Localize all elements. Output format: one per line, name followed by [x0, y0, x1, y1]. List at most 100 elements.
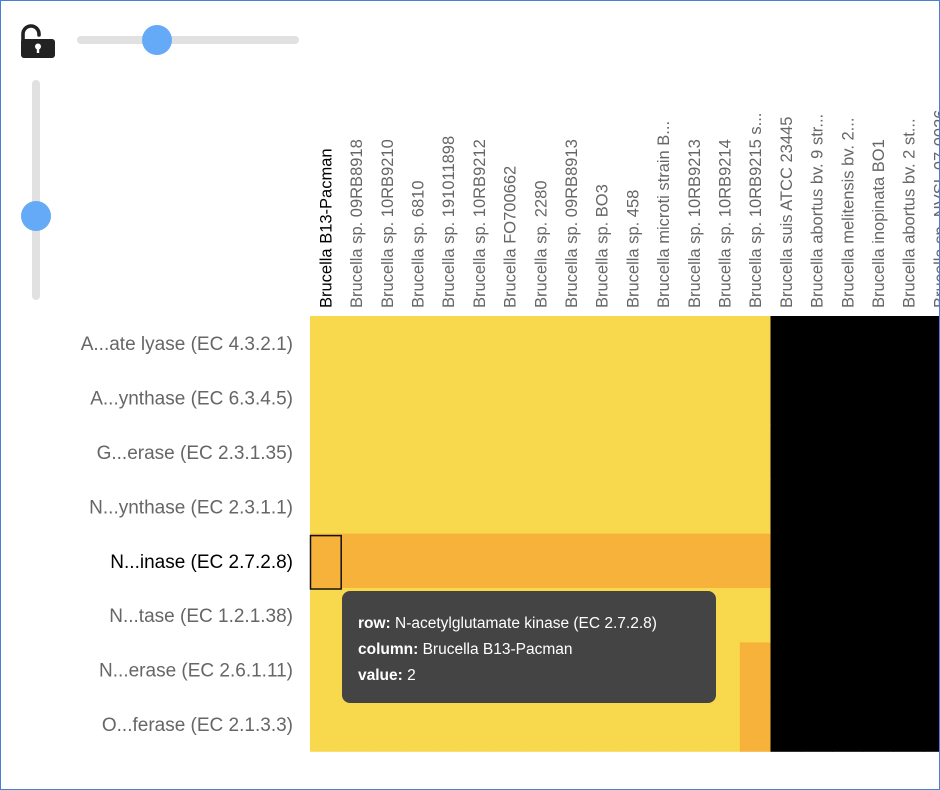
- heatmap-cell[interactable]: [739, 642, 772, 698]
- heatmap-cell[interactable]: [524, 424, 557, 480]
- heatmap-cell[interactable]: [893, 533, 925, 589]
- heatmap-cell[interactable]: [709, 696, 741, 752]
- heatmap-cell[interactable]: [647, 370, 679, 426]
- heatmap-cell[interactable]: [432, 316, 465, 371]
- heatmap-cell[interactable]: [770, 370, 802, 426]
- heatmap-cell[interactable]: [371, 370, 403, 426]
- heatmap-cell[interactable]: [678, 533, 710, 589]
- heatmap-cell[interactable]: [647, 479, 679, 535]
- heatmap-cell[interactable]: [862, 588, 894, 643]
- heatmap-cell[interactable]: [371, 696, 403, 752]
- heatmap-cell[interactable]: [555, 424, 587, 480]
- heatmap-cell[interactable]: [586, 316, 618, 371]
- heatmap-cell[interactable]: [862, 370, 894, 426]
- heatmap-cell[interactable]: [678, 424, 710, 480]
- heatmap-cell[interactable]: [494, 370, 526, 426]
- heatmap-cell[interactable]: [432, 533, 465, 589]
- heatmap-cell[interactable]: [555, 696, 587, 752]
- heatmap-cell[interactable]: [371, 479, 403, 535]
- heatmap-cell[interactable]: [494, 696, 526, 752]
- heatmap-cell[interactable]: [647, 696, 679, 752]
- heatmap-cell[interactable]: [524, 479, 557, 535]
- heatmap-cell[interactable]: [555, 370, 587, 426]
- heatmap-cell[interactable]: [340, 316, 372, 371]
- heatmap-cell[interactable]: [463, 424, 495, 480]
- heatmap-cell[interactable]: [801, 588, 833, 643]
- heatmap-cell[interactable]: [555, 533, 587, 589]
- heatmap-cell[interactable]: [770, 696, 802, 752]
- heatmap-cell[interactable]: [310, 588, 342, 643]
- heatmap-cell[interactable]: [617, 533, 649, 589]
- heatmap-cell[interactable]: [831, 479, 864, 535]
- heatmap-cell[interactable]: [770, 424, 802, 480]
- heatmap-cell[interactable]: [924, 533, 940, 589]
- heatmap-cell[interactable]: [310, 533, 342, 589]
- heatmap-cell[interactable]: [739, 424, 772, 480]
- heatmap-cell[interactable]: [463, 479, 495, 535]
- heatmap-cell[interactable]: [310, 424, 342, 480]
- heatmap-cell[interactable]: [801, 696, 833, 752]
- heatmap-cell[interactable]: [739, 588, 772, 643]
- heatmap-cell[interactable]: [924, 588, 940, 643]
- heatmap-cell[interactable]: [739, 370, 772, 426]
- heatmap-cell[interactable]: [310, 479, 342, 535]
- heatmap-cell[interactable]: [586, 533, 618, 589]
- heatmap-cell[interactable]: [617, 370, 649, 426]
- heatmap-cell[interactable]: [893, 588, 925, 643]
- heatmap-cell[interactable]: [862, 642, 894, 698]
- heatmap-cell[interactable]: [678, 696, 710, 752]
- heatmap-cell[interactable]: [924, 424, 940, 480]
- heatmap-cell[interactable]: [402, 533, 434, 589]
- heatmap-cell[interactable]: [402, 370, 434, 426]
- heatmap-cell[interactable]: [924, 696, 940, 752]
- heatmap-cell[interactable]: [678, 316, 710, 371]
- heatmap-cell[interactable]: [770, 533, 802, 589]
- heatmap-cell[interactable]: [893, 696, 925, 752]
- heatmap-cell[interactable]: [340, 370, 372, 426]
- heatmap-cell[interactable]: [709, 370, 741, 426]
- heatmap-cell[interactable]: [647, 424, 679, 480]
- heatmap-cell[interactable]: [801, 642, 833, 698]
- heatmap-cell[interactable]: [862, 479, 894, 535]
- heatmap-cell[interactable]: [893, 642, 925, 698]
- heatmap-cell[interactable]: [647, 316, 679, 371]
- heatmap-cell[interactable]: [862, 696, 894, 752]
- heatmap-cell[interactable]: [432, 370, 465, 426]
- heatmap-cell[interactable]: [617, 479, 649, 535]
- heatmap-cell[interactable]: [524, 370, 557, 426]
- heatmap-cell[interactable]: [709, 316, 741, 371]
- heatmap-cell[interactable]: [524, 316, 557, 371]
- heatmap-cell[interactable]: [586, 479, 618, 535]
- heatmap-cell[interactable]: [463, 370, 495, 426]
- heatmap-cell[interactable]: [586, 696, 618, 752]
- heatmap-cell[interactable]: [463, 533, 495, 589]
- heatmap-cell[interactable]: [831, 424, 864, 480]
- heatmap-cell[interactable]: [831, 588, 864, 643]
- heatmap-cell[interactable]: [524, 696, 557, 752]
- heatmap-cell[interactable]: [739, 696, 772, 752]
- heatmap-cell[interactable]: [371, 424, 403, 480]
- heatmap-cell[interactable]: [402, 696, 434, 752]
- heatmap-cell[interactable]: [371, 316, 403, 371]
- heatmap-cell[interactable]: [831, 316, 864, 371]
- heatmap-cell[interactable]: [831, 696, 864, 752]
- heatmap-cell[interactable]: [831, 642, 864, 698]
- heatmap-cell[interactable]: [739, 316, 772, 371]
- heatmap-cell[interactable]: [678, 370, 710, 426]
- heatmap-cell[interactable]: [494, 424, 526, 480]
- heatmap-cell[interactable]: [555, 316, 587, 371]
- heatmap-cell[interactable]: [739, 479, 772, 535]
- heatmap-cell[interactable]: [340, 533, 372, 589]
- heatmap-cell[interactable]: [617, 696, 649, 752]
- heatmap-cell[interactable]: [617, 316, 649, 371]
- heatmap-cell[interactable]: [801, 316, 833, 371]
- heatmap-cell[interactable]: [924, 316, 940, 371]
- heatmap-cell[interactable]: [524, 533, 557, 589]
- heatmap-cell[interactable]: [924, 479, 940, 535]
- heatmap-cell[interactable]: [709, 424, 741, 480]
- heatmap-cell[interactable]: [801, 479, 833, 535]
- heatmap-cell[interactable]: [770, 479, 802, 535]
- heatmap-cell[interactable]: [402, 479, 434, 535]
- heatmap-cell[interactable]: [770, 642, 802, 698]
- heatmap-cell[interactable]: [310, 316, 342, 371]
